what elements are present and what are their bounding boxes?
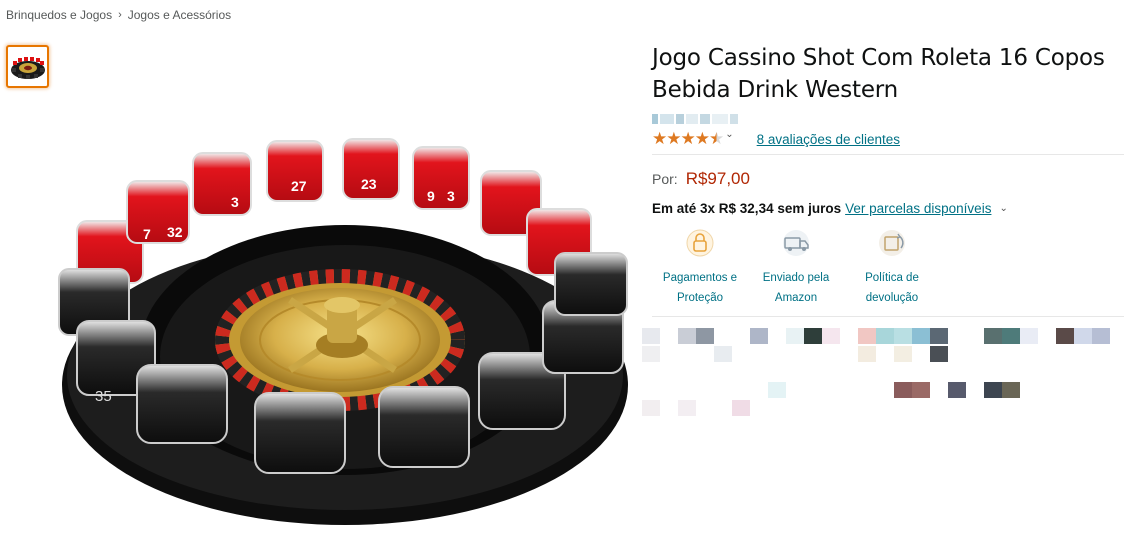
badge-return-line-2: devolução	[865, 292, 919, 304]
breadcrumb: Brinquedos e Jogos › Jogos e Acessórios	[6, 8, 231, 22]
badge-shipping-line-2: Amazon	[774, 292, 818, 304]
svg-text:32: 32	[167, 224, 183, 240]
svg-text:9: 9	[427, 188, 435, 204]
badge-shipping-line-1: Enviado pela	[762, 272, 830, 284]
breadcrumb-separator: ›	[118, 9, 122, 21]
product-main-image[interactable]: 7 32 3 27 23 9 3 35	[55, 135, 635, 530]
roulette-thumbnail-icon	[10, 56, 45, 79]
divider	[652, 316, 1124, 317]
reviews-link[interactable]: 8 avaliações de clientes	[757, 132, 900, 147]
svg-text:7: 7	[143, 226, 151, 242]
brand-link-obscured[interactable]	[652, 112, 767, 126]
price-row: Por: R$97,00	[652, 169, 1128, 189]
breadcrumb-link-games[interactable]: Jogos e Acessórios	[128, 8, 231, 22]
price-value: R$97,00	[685, 169, 750, 188]
svg-text:3: 3	[231, 194, 239, 210]
product-thumbnail[interactable]	[6, 45, 49, 88]
breadcrumb-link-toys[interactable]: Brinquedos e Jogos	[6, 8, 112, 22]
return-box-icon	[875, 226, 909, 260]
star-rating[interactable]: ★ ★ ★ ★ ★ ⌄	[652, 129, 734, 149]
badge-payment-line-1: Pagamentos e	[662, 272, 738, 284]
chevron-down-icon[interactable]: ⌄	[725, 129, 733, 149]
installments-text: Em até 3x R$ 32,34 sem juros	[652, 201, 842, 216]
svg-text:3: 3	[447, 188, 455, 204]
lock-icon	[683, 226, 717, 260]
star-icon: ★	[652, 129, 667, 148]
svg-text:35: 35	[95, 388, 112, 405]
svg-text:27: 27	[291, 178, 307, 194]
badge-payment-line-2: Proteção	[676, 292, 723, 304]
divider	[652, 154, 1124, 155]
roulette-shot-game-image: 7 32 3 27 23 9 3 35	[58, 138, 628, 525]
badge-return-line-1: Política de	[865, 272, 919, 284]
trust-badges: Pagamentos e Proteção Enviado pela Amazo…	[652, 226, 1128, 308]
star-icon: ★	[680, 129, 696, 148]
badge-payment-protection[interactable]: Pagamentos e Proteção	[652, 226, 748, 308]
obscured-content	[642, 328, 1127, 428]
star-icon: ★	[694, 129, 710, 148]
installments-row: Em até 3x R$ 32,34 sem juros Ver parcela…	[652, 201, 1128, 216]
product-title-line-1: Jogo Cassino Shot Com Roleta 16 Copos	[652, 45, 1105, 71]
product-details: Jogo Cassino Shot Com Roleta 16 Copos Be…	[652, 42, 1128, 317]
badge-shipped-by-amazon[interactable]: Enviado pela Amazon	[748, 226, 844, 308]
half-star-icon: ★	[709, 129, 724, 148]
star-icon: ★	[666, 129, 681, 148]
svg-text:23: 23	[361, 176, 377, 192]
truck-icon	[779, 226, 813, 260]
product-title: Jogo Cassino Shot Com Roleta 16 Copos Be…	[652, 42, 1128, 106]
badge-return-policy[interactable]: Política de devolução	[844, 226, 940, 308]
chevron-down-icon[interactable]: ⌄	[999, 203, 1007, 214]
rating-row: ★ ★ ★ ★ ★ ⌄ 8 avaliações de clientes	[652, 128, 1128, 150]
installments-link[interactable]: Ver parcelas disponíveis	[845, 201, 991, 216]
product-title-line-2: Bebida Drink Western	[652, 77, 899, 103]
price-label: Por:	[652, 171, 678, 187]
